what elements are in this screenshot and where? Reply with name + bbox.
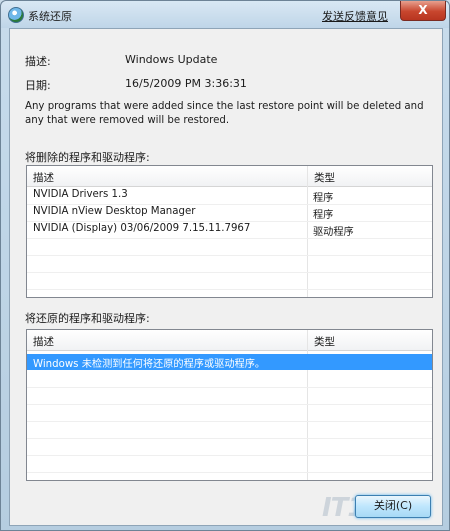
item-description: NVIDIA (Display) 03/06/2009 7.15.11.7967 <box>33 223 251 234</box>
deleted-section-title: 将删除的程序和驱动程序: <box>25 151 150 164</box>
column-header-description[interactable]: 描述 <box>33 170 54 185</box>
item-type: 驱动程序 <box>313 227 354 238</box>
list-item-selected[interactable]: Windows 未检测到任何将还原的程序或驱动程序。 <box>27 354 432 370</box>
column-header-description[interactable]: 描述 <box>33 334 54 349</box>
system-restore-icon <box>8 7 24 23</box>
column-header-type[interactable]: 类型 <box>314 170 335 185</box>
row-divider <box>27 438 432 439</box>
item-type: 程序 <box>313 210 334 221</box>
close-button[interactable]: 关闭(C) <box>355 495 431 518</box>
restore-notice: Any programs that were added since the l… <box>25 101 424 126</box>
title-bar[interactable]: 系统还原 发送反馈意见 X <box>1 1 449 28</box>
list-item[interactable]: NVIDIA (Display) 03/06/2009 7.15.11.7967… <box>27 222 432 238</box>
restored-section-title: 将还原的程序和驱动程序: <box>25 312 150 325</box>
row-divider <box>27 289 432 290</box>
window-title: 系统还原 <box>28 10 72 23</box>
list-item[interactable]: NVIDIA nView Desktop Manager 程序 <box>27 205 432 221</box>
description-value: Windows Update <box>125 53 218 66</box>
item-description: Windows 未检测到任何将还原的程序或驱动程序。 <box>33 359 266 370</box>
date-value: 16/5/2009 PM 3:36:31 <box>125 77 247 90</box>
item-description: NVIDIA nView Desktop Manager <box>33 206 196 217</box>
row-divider <box>27 255 432 256</box>
row-divider <box>27 404 432 405</box>
row-divider <box>27 238 432 239</box>
column-divider[interactable] <box>307 330 308 480</box>
list-item[interactable]: NVIDIA Drivers 1.3 程序 <box>27 188 432 204</box>
row-divider <box>27 387 432 388</box>
description-label: 描述: <box>25 55 51 68</box>
column-header-type[interactable]: 类型 <box>314 334 335 349</box>
send-feedback-link[interactable]: 发送反馈意见 <box>322 8 388 24</box>
dialog-content: 描述: Windows Update 日期: 16/5/2009 PM 3:36… <box>9 28 443 526</box>
date-label: 日期: <box>25 79 51 92</box>
window-close-button[interactable]: X <box>400 1 446 21</box>
item-description: NVIDIA Drivers 1.3 <box>33 189 128 200</box>
row-divider <box>27 455 432 456</box>
item-type: 程序 <box>313 193 334 204</box>
list-header: 描述 类型 <box>27 166 432 187</box>
system-restore-dialog: 系统还原 发送反馈意见 X 描述: Windows Update 日期: 16/… <box>0 0 450 531</box>
row-divider <box>27 272 432 273</box>
close-icon: X <box>418 3 428 17</box>
row-divider <box>27 472 432 473</box>
row-divider <box>27 421 432 422</box>
list-header: 描述 类型 <box>27 330 432 351</box>
deleted-programs-list[interactable]: 描述 类型 NVIDIA Drivers 1.3 程序 NVIDIA nView… <box>26 165 433 298</box>
restored-programs-list[interactable]: 描述 类型 Windows 未检测到任何将还原的程序或驱动程序。 <box>26 329 433 481</box>
